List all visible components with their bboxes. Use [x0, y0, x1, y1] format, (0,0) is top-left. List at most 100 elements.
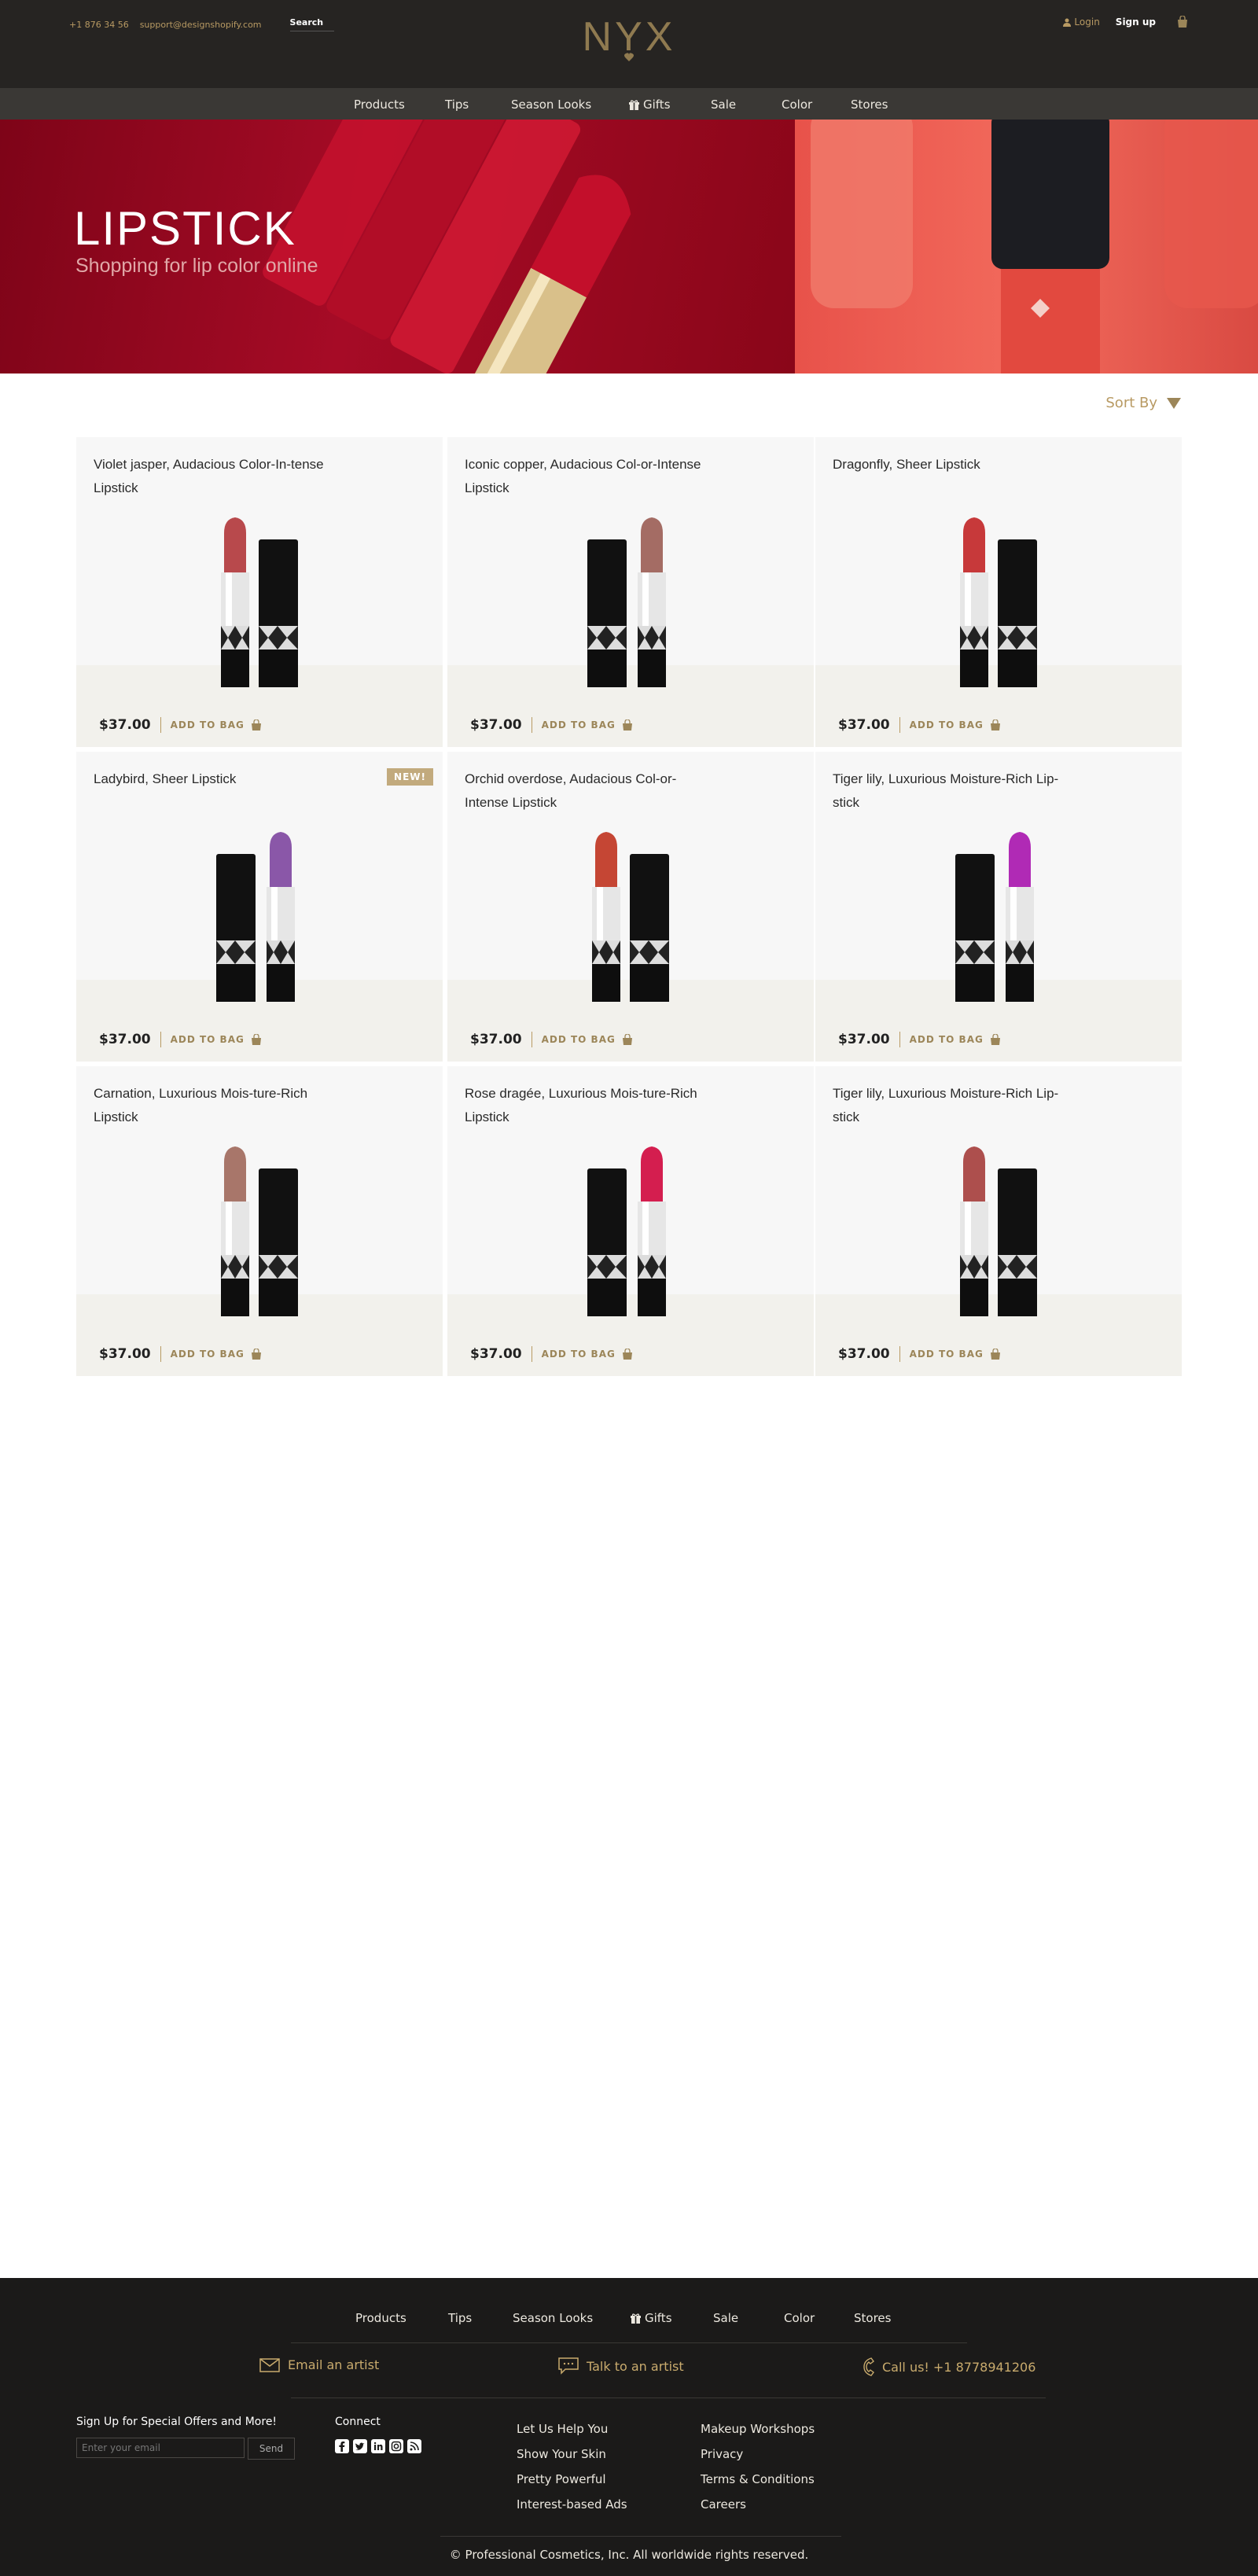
footer-nav-color[interactable]: Color [784, 2311, 815, 2325]
connect-title: Connect [335, 2416, 381, 2428]
product-card[interactable]: Iconic copper, Audacious Col-or-Intense … [447, 437, 814, 747]
newsletter-email-input[interactable] [76, 2438, 245, 2458]
lipstick-image[interactable] [205, 1145, 315, 1318]
product-name[interactable]: Ladybird, Sheer Lipstick [94, 767, 345, 791]
envelope-icon [259, 2357, 280, 2372]
product-card[interactable]: Tiger lily, Luxurious Moisture-Rich Lip-… [815, 752, 1182, 1062]
divider [440, 2536, 841, 2537]
footer-link[interactable]: Terms & Conditions [701, 2467, 815, 2492]
twitter-icon[interactable] [353, 2439, 367, 2453]
product-name[interactable]: Violet jasper, Audacious Color-In-tense … [94, 453, 345, 500]
add-to-bag-button[interactable]: ADD TO BAG [171, 719, 262, 730]
lipstick-case [955, 854, 995, 1002]
product-price: $37.00 [470, 1346, 532, 1362]
footer-nav-season-looks[interactable]: Season Looks [513, 2311, 593, 2325]
price-row: $37.00 ADD TO BAG [470, 717, 633, 733]
lipstick-image[interactable] [944, 516, 1054, 689]
footer-nav-gifts[interactable]: Gifts [631, 2311, 672, 2325]
product-name[interactable]: Tiger lily, Luxurious Moisture-Rich Lip-… [833, 1082, 1084, 1129]
call-us-link[interactable]: Call us! +1 8778941206 [863, 2357, 1035, 2376]
instagram-icon[interactable] [389, 2439, 403, 2453]
lipstick-image[interactable] [944, 1145, 1054, 1318]
lipstick-image[interactable] [576, 516, 686, 689]
sort-by-dropdown[interactable]: Sort By [1105, 395, 1181, 411]
add-to-bag-label: ADD TO BAG [541, 1349, 616, 1360]
nav-item-season-looks[interactable]: Season Looks [511, 98, 591, 112]
add-to-bag-button[interactable]: ADD TO BAG [910, 719, 1001, 730]
add-to-bag-button[interactable]: ADD TO BAG [910, 1034, 1001, 1045]
product-name[interactable]: Rose dragée, Luxurious Mois-ture-Rich Li… [465, 1082, 716, 1129]
product-card[interactable]: Rose dragée, Luxurious Mois-ture-Rich Li… [447, 1066, 814, 1376]
add-to-bag-label: ADD TO BAG [909, 1349, 984, 1360]
newsletter-send-button[interactable]: Send [248, 2438, 295, 2460]
add-to-bag-button[interactable]: ADD TO BAG [542, 719, 633, 730]
product-card[interactable]: Ladybird, Sheer Lipstick NEW! $37.00 ADD TO… [76, 752, 443, 1062]
footer-link[interactable]: Interest-based Ads [517, 2492, 627, 2517]
chat-bubble-icon [558, 2357, 579, 2375]
nav-item-sale[interactable]: Sale [711, 98, 736, 112]
nyx-logo[interactable]: NYX [571, 14, 687, 66]
footer-link[interactable]: Careers [701, 2492, 815, 2517]
nav-item-tips[interactable]: Tips [445, 98, 469, 112]
nav-item-stores[interactable]: Stores [851, 98, 888, 112]
add-to-bag-button[interactable]: ADD TO BAG [171, 1349, 262, 1360]
facebook-icon[interactable] [335, 2439, 349, 2453]
email-link[interactable]: support@designshopify.com [140, 20, 262, 30]
product-card[interactable]: Tiger lily, Luxurious Moisture-Rich Lip-… [815, 1066, 1182, 1376]
lipstick-tube [221, 1146, 249, 1316]
shopping-bag-icon[interactable] [1176, 16, 1189, 28]
footer-link[interactable]: Privacy [701, 2442, 815, 2467]
product-card[interactable]: Dragonfly, Sheer Lipstick $37.00 ADD TO BA… [815, 437, 1182, 747]
newsletter-title: Sign Up for Special Offers and More! [76, 2416, 278, 2428]
new-badge: NEW! [387, 768, 433, 786]
phone-link[interactable]: +1 876 34 56 [69, 20, 129, 30]
nav-item-products[interactable]: Products [354, 98, 405, 112]
login-link[interactable]: Login [1063, 17, 1100, 28]
product-name[interactable]: Tiger lily, Luxurious Moisture-Rich Lip-… [833, 767, 1084, 815]
shopping-bag-icon [622, 1034, 632, 1045]
shopping-bag-icon [251, 719, 261, 730]
lipstick-tube [221, 517, 249, 687]
divider [291, 2342, 967, 2343]
shopping-bag-icon [251, 1034, 261, 1045]
email-artist-link[interactable]: Email an artist [259, 2357, 379, 2372]
footer-nav-sale[interactable]: Sale [713, 2311, 738, 2325]
linkedin-icon[interactable] [371, 2439, 385, 2453]
lipstick-image[interactable] [944, 830, 1054, 1003]
footer-nav-products[interactable]: Products [355, 2311, 406, 2325]
product-card[interactable]: Violet jasper, Audacious Color-In-tense … [76, 437, 443, 747]
lipstick-case [998, 1168, 1037, 1316]
product-name[interactable]: Dragonfly, Sheer Lipstick [833, 453, 1084, 477]
footer-link[interactable]: Pretty Powerful [517, 2467, 627, 2492]
sort-by-label: Sort By [1105, 395, 1157, 411]
product-card[interactable]: Orchid overdose, Audacious Col-or-Intens… [447, 752, 814, 1062]
lipstick-image[interactable] [576, 830, 686, 1003]
footer-link[interactable]: Let Us Help You [517, 2416, 627, 2442]
footer-nav-stores[interactable]: Stores [854, 2311, 891, 2325]
product-name[interactable]: Iconic copper, Audacious Col-or-Intense … [465, 453, 716, 500]
product-card[interactable]: Carnation, Luxurious Mois-ture-Rich Lips… [76, 1066, 443, 1376]
add-to-bag-button[interactable]: ADD TO BAG [542, 1349, 633, 1360]
lipstick-image[interactable] [576, 1145, 686, 1318]
product-name[interactable]: Orchid overdose, Audacious Col-or-Intens… [465, 767, 716, 815]
footer-link[interactable]: Show Your Skin [517, 2442, 627, 2467]
lipstick-image[interactable] [205, 516, 315, 689]
product-price: $37.00 [99, 1346, 161, 1362]
product-price: $37.00 [470, 1032, 532, 1047]
nav-item-gifts[interactable]: Gifts [629, 98, 671, 112]
add-to-bag-button[interactable]: ADD TO BAG [910, 1349, 1001, 1360]
nav-item-color[interactable]: Color [782, 98, 812, 112]
footer-link[interactable]: Makeup Workshops [701, 2416, 815, 2442]
talk-artist-link[interactable]: Talk to an artist [558, 2357, 684, 2375]
shopping-bag-icon [990, 1034, 1000, 1045]
hero-subtitle: Shopping for lip color online [75, 255, 318, 277]
search-input[interactable]: Search [289, 17, 334, 31]
product-price: $37.00 [99, 1032, 161, 1047]
lipstick-image[interactable] [205, 830, 315, 1003]
add-to-bag-button[interactable]: ADD TO BAG [542, 1034, 633, 1045]
footer-nav-tips[interactable]: Tips [448, 2311, 472, 2325]
signup-link[interactable]: Sign up [1116, 17, 1156, 28]
rss-icon[interactable] [407, 2439, 421, 2453]
add-to-bag-button[interactable]: ADD TO BAG [171, 1034, 262, 1045]
product-name[interactable]: Carnation, Luxurious Mois-ture-Rich Lips… [94, 1082, 345, 1129]
